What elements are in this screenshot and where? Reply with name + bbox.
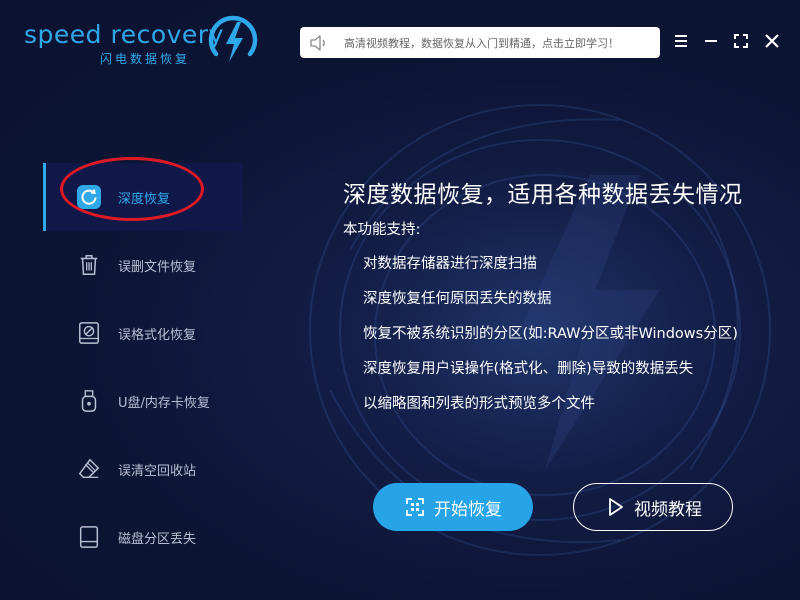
start-recovery-button[interactable]: 开始恢复 bbox=[373, 483, 533, 531]
video-tutorial-label: 视频教程 bbox=[634, 499, 702, 520]
start-recovery-label: 开始恢复 bbox=[434, 499, 502, 520]
sidebar-item-format-recovery[interactable]: 误格式化恢复 bbox=[43, 299, 243, 367]
sidebar-item-partition-lost[interactable]: 磁盘分区丢失 bbox=[43, 503, 243, 571]
sidebar-item-label: 误删文件恢复 bbox=[118, 259, 197, 275]
eraser-icon bbox=[76, 456, 102, 482]
sidebar-item-recycle-bin[interactable]: 误清空回收站 bbox=[43, 435, 243, 503]
minimize-button[interactable] bbox=[700, 30, 722, 52]
refresh-circle-icon bbox=[76, 184, 102, 210]
sidebar-item-deleted-files[interactable]: 误删文件恢复 bbox=[43, 231, 243, 299]
list-item: 深度恢复用户误操作(格式化、删除)导致的数据丢失 bbox=[363, 361, 694, 377]
sidebar-item-label: 误格式化恢复 bbox=[118, 327, 197, 343]
sidebar-item-usb-recovery[interactable]: U盘/内存卡恢复 bbox=[43, 367, 243, 435]
list-item: 深度恢复任何原因丢失的数据 bbox=[363, 291, 552, 307]
app-logo: speed recovery 闪电数据恢复 bbox=[24, 14, 264, 70]
maximize-button[interactable] bbox=[730, 30, 752, 52]
speaker-icon bbox=[310, 34, 325, 51]
list-item: 以缩略图和列表的形式预览多个文件 bbox=[363, 396, 595, 412]
video-tutorial-button[interactable]: 视频教程 bbox=[573, 483, 733, 531]
page-title: 深度数据恢复，适用各种数据丢失情况 bbox=[343, 182, 743, 208]
menu-icon bbox=[675, 35, 687, 47]
close-icon bbox=[765, 34, 779, 48]
sidebar-item-label: U盘/内存卡恢复 bbox=[118, 395, 210, 411]
minimize-icon bbox=[705, 40, 717, 42]
lightning-logo-icon bbox=[208, 15, 258, 62]
list-item: 对数据存储器进行深度扫描 bbox=[363, 256, 537, 272]
sidebar-item-deep-recovery[interactable]: 深度恢复 bbox=[43, 163, 243, 231]
logo-text: speed recovery bbox=[24, 20, 224, 49]
feature-list: 对数据存储器进行深度扫描 深度恢复任何原因丢失的数据 恢复不被系统识别的分区(如… bbox=[363, 252, 738, 427]
notice-text[interactable]: 高清视频教程，数据恢复从入门到精通，点击立即学习！ bbox=[344, 35, 619, 51]
sidebar: 深度恢复 误删文件恢复 误格式化恢复 U盘/内存卡恢复 误清空回收站 磁盘分区丢… bbox=[43, 163, 243, 571]
hard-disk-icon bbox=[76, 524, 102, 550]
trash-icon bbox=[76, 252, 102, 278]
support-label: 本功能支持: bbox=[343, 222, 421, 238]
notice-bar[interactable]: 高清视频教程，数据恢复从入门到精通，点击立即学习！ bbox=[300, 27, 660, 58]
close-button[interactable] bbox=[761, 30, 783, 52]
menu-button[interactable] bbox=[670, 30, 692, 52]
sidebar-item-label: 误清空回收站 bbox=[118, 463, 197, 479]
usb-drive-icon bbox=[76, 388, 102, 414]
scan-icon bbox=[404, 496, 426, 518]
disk-format-icon bbox=[76, 320, 102, 346]
list-item: 恢复不被系统识别的分区(如:RAW分区或非Windows分区) bbox=[363, 326, 738, 342]
sidebar-item-label: 深度恢复 bbox=[118, 191, 171, 207]
play-icon bbox=[604, 496, 626, 518]
sidebar-item-label: 磁盘分区丢失 bbox=[118, 531, 197, 547]
logo-subtitle: 闪电数据恢复 bbox=[100, 52, 191, 66]
maximize-icon bbox=[734, 34, 748, 48]
